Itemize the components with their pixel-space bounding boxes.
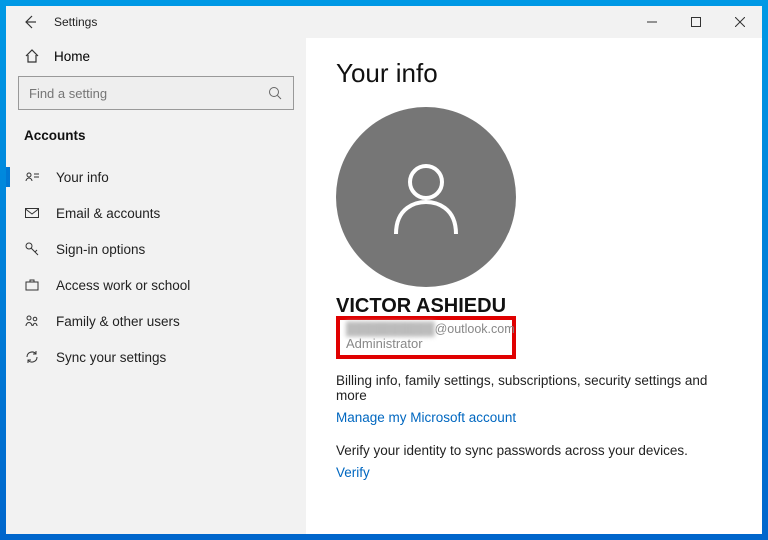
nav-family-users[interactable]: Family & other users [18, 303, 294, 339]
person-card-icon [24, 169, 40, 185]
account-email: ██████████@outlook.com [346, 322, 506, 336]
manage-account-link[interactable]: Manage my Microsoft account [336, 410, 516, 425]
nav-label: Sync your settings [56, 350, 166, 365]
home-label: Home [54, 49, 90, 64]
mail-icon [24, 205, 40, 221]
back-button[interactable] [6, 6, 54, 38]
page-heading: Your info [336, 58, 732, 89]
main-content: Your info VICTOR ASHIEDU ██████████@outl… [306, 38, 762, 534]
nav-label: Access work or school [56, 278, 190, 293]
minimize-button[interactable] [630, 6, 674, 38]
maximize-button[interactable] [674, 6, 718, 38]
nav-label: Email & accounts [56, 206, 160, 221]
nav-access-work-school[interactable]: Access work or school [18, 267, 294, 303]
nav-signin-options[interactable]: Sign-in options [18, 231, 294, 267]
highlight-box: ██████████@outlook.com Administrator [336, 316, 516, 359]
account-role: Administrator [346, 336, 506, 351]
sync-icon [24, 349, 40, 365]
home-button[interactable]: Home [18, 42, 294, 76]
home-icon [24, 48, 40, 64]
body: Home Accounts Your info Email & acco [6, 38, 762, 534]
verify-link[interactable]: Verify [336, 465, 370, 480]
settings-window: Settings Home Accounts [6, 6, 762, 534]
nav-your-info[interactable]: Your info [18, 159, 294, 195]
close-button[interactable] [718, 6, 762, 38]
username: VICTOR ASHIEDU [336, 295, 732, 318]
nav-sync-settings[interactable]: Sync your settings [18, 339, 294, 375]
sidebar: Home Accounts Your info Email & acco [6, 38, 306, 534]
briefcase-icon [24, 277, 40, 293]
person-icon [381, 152, 471, 242]
window-title: Settings [54, 15, 97, 29]
search-icon [267, 85, 283, 101]
titlebar: Settings [6, 6, 762, 38]
key-icon [24, 241, 40, 257]
nav-label: Sign-in options [56, 242, 145, 257]
nav-label: Your info [56, 170, 109, 185]
verify-text: Verify your identity to sync passwords a… [336, 443, 732, 458]
nav-email-accounts[interactable]: Email & accounts [18, 195, 294, 231]
people-icon [24, 313, 40, 329]
billing-info-text: Billing info, family settings, subscript… [336, 373, 732, 403]
search-input[interactable] [29, 86, 267, 101]
category-header: Accounts [18, 126, 294, 159]
window-controls [630, 6, 762, 38]
avatar [336, 107, 516, 287]
nav-label: Family & other users [56, 314, 180, 329]
search-box[interactable] [18, 76, 294, 110]
